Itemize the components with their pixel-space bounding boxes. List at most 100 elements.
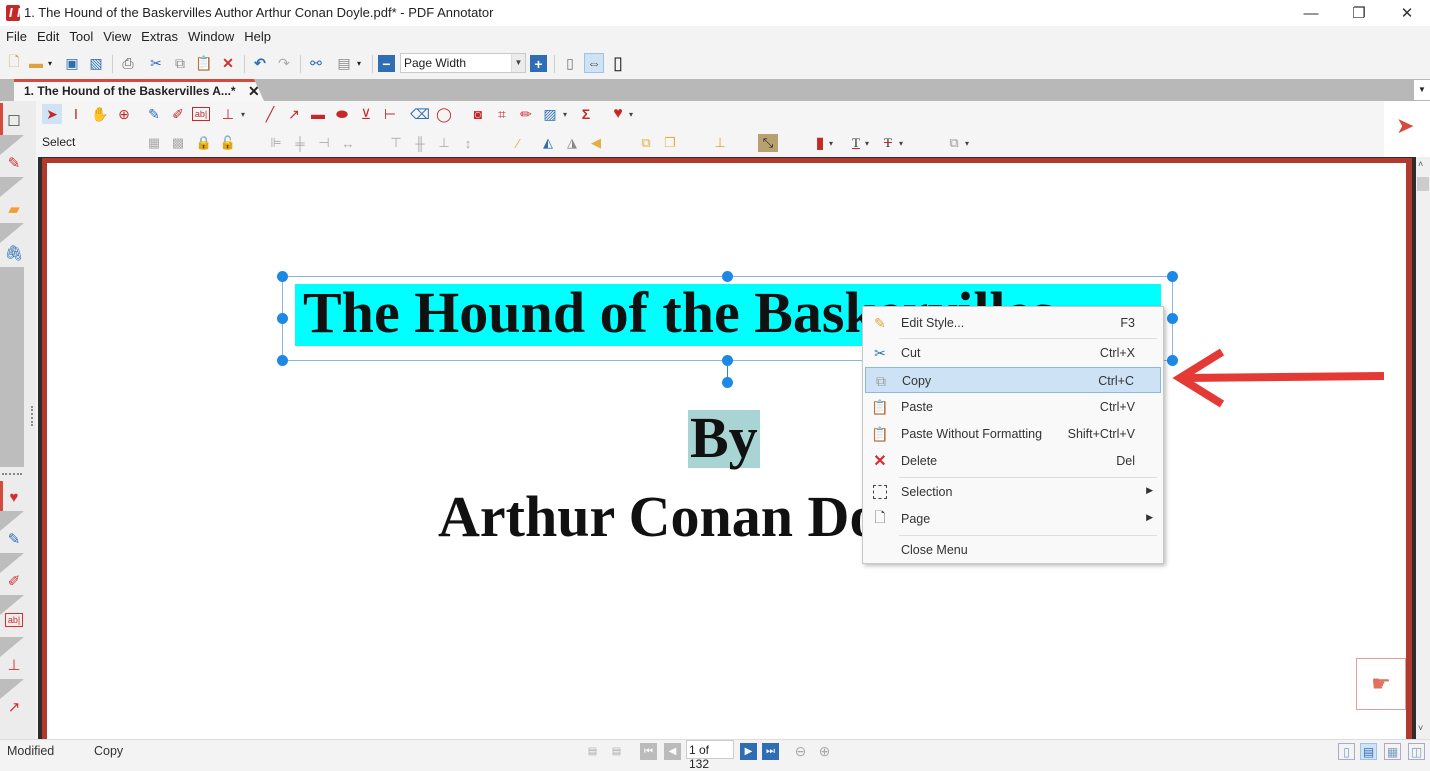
eraser-tool-icon[interactable]: ⌫ [410,104,430,124]
align-bottom-icon[interactable]: ⊥ [434,134,454,152]
send-back-icon[interactable]: ❐ [660,134,680,152]
flip-horizontal-icon[interactable]: ◮ [562,134,582,152]
restore-button[interactable]: ❐ [1336,0,1382,26]
close-window-button[interactable]: ✕ [1384,0,1430,26]
zoom-in-button[interactable]: + [530,55,547,72]
menu-help[interactable]: Help [238,27,275,47]
copy-style-dropdown-icon[interactable]: ▾ [962,134,972,152]
context-menu-item-close-menu[interactable]: Close Menu [865,537,1161,563]
distribute-vertical-icon[interactable]: ↕ [458,134,478,152]
copy-style-icon[interactable]: ⧉ [944,134,964,152]
pen-icon[interactable]: ✎ [2,527,26,551]
distribute-horizontal-icon[interactable]: ↔ [338,134,358,152]
text-box-icon[interactable]: ab| [5,613,23,627]
print-icon[interactable]: ⎙ [118,53,138,73]
scrollbar-thumb[interactable] [1417,177,1429,191]
align-left-icon[interactable]: ⊫ [266,134,286,152]
context-menu-item-delete[interactable]: ✕ Delete Del [865,448,1161,474]
redo-icon[interactable]: ↷ [274,53,294,73]
align-middle-icon[interactable]: ╫ [410,134,430,152]
add-stamp-icon[interactable]: ⊥ [710,134,730,152]
rotation-handle[interactable] [722,377,733,388]
next-view-icon[interactable]: ▤ [608,743,625,760]
menu-tool[interactable]: Tool [63,27,97,47]
two-page-view-icon[interactable]: ▦ [1384,743,1401,760]
chevron-down-icon[interactable]: ▼ [511,54,525,72]
bring-front-icon[interactable]: ⧉ [636,134,656,152]
context-menu-item-cut[interactable]: ✂ Cut Ctrl+X [865,340,1161,366]
paste-icon[interactable]: 📋 [194,53,214,73]
menu-file[interactable]: File [0,27,31,47]
page-thumbnail-icon[interactable]: ☐ [2,109,26,133]
pen-icon[interactable]: ✎ [2,151,26,175]
page-options-dropdown-icon[interactable]: ▾ [354,53,364,73]
delete-icon[interactable]: ✕ [218,53,238,73]
lock-icon[interactable]: 🔒 [194,134,214,152]
line-tool-icon[interactable]: ╱ [260,104,280,124]
next-page-button[interactable]: ▶ [740,743,757,760]
lasso-tool-icon[interactable]: ◯ [434,104,454,124]
cut-icon[interactable]: ✂ [146,53,166,73]
insert-image-dropdown-icon[interactable]: ▾ [560,104,570,124]
favorites-dropdown-icon[interactable]: ▾ [626,104,636,124]
context-menu-item-copy[interactable]: ⧉ Copy Ctrl+C [865,367,1161,393]
tab-document[interactable]: 1. The Hound of the Baskervilles A...* ✕ [14,79,264,101]
ruler-tool-icon[interactable]: ✏ [516,104,536,124]
book-view-icon[interactable]: ◫ [1408,743,1425,760]
open-folder-icon[interactable]: ▬ [26,53,46,73]
strikeout-dropdown-icon[interactable]: ▾ [896,134,906,152]
text-select-tool-icon[interactable]: Ⅰ [66,104,86,124]
fit-width-icon[interactable]: ⇔ [584,53,604,73]
note-icon[interactable]: ▰ [2,197,26,221]
previous-view-icon[interactable]: ▤ [584,743,601,760]
resize-handle[interactable] [1167,313,1178,324]
full-screen-icon[interactable]: ▯ [608,53,628,73]
measure-tool-icon[interactable]: ⊢ [380,104,400,124]
ellipse-tool-icon[interactable]: ⬬ [332,104,352,124]
text-color-dropdown-icon[interactable]: ▾ [862,134,872,152]
pen-tool-icon[interactable]: ✎ [144,104,164,124]
context-menu-item-edit-style[interactable]: ✎ Edit Style... F3 [865,310,1161,336]
undo-icon[interactable]: ↶ [250,53,270,73]
context-menu-item-selection[interactable]: Selection ▶ [865,479,1161,505]
flip-vertical-icon[interactable]: ◭ [538,134,558,152]
zoom-out-button[interactable]: − [378,55,395,72]
align-center-icon[interactable]: ╪ [290,134,310,152]
resize-handle[interactable] [722,271,733,282]
resize-handle[interactable] [1167,271,1178,282]
zoom-tool-icon[interactable]: ⊕ [114,104,134,124]
attachment-icon[interactable]: 🖇 [2,241,26,265]
continuous-view-icon[interactable]: ▤ [1360,743,1377,760]
text-box-tool-icon[interactable]: ab| [192,107,210,121]
first-page-button[interactable]: ⏮ [640,743,657,760]
menu-window[interactable]: Window [182,27,238,47]
document-author-text[interactable]: Arthur Conan Doyle [438,486,878,548]
strikeout-color-icon[interactable]: T [878,134,898,152]
hand-tool-icon[interactable]: ✋ [90,104,110,124]
forward-icon[interactable]: ⊕ [816,743,833,760]
scroll-up-icon[interactable]: ˄ [1418,159,1423,169]
context-menu-item-paste-without-formatting[interactable]: 📋 Paste Without Formatting Shift+Ctrl+V [865,421,1161,447]
align-right-icon[interactable]: ⊣ [314,134,334,152]
resize-handle[interactable] [277,271,288,282]
group-icon[interactable]: ▦ [144,134,164,152]
resize-handle[interactable] [277,313,288,324]
document-by-text[interactable]: By [688,409,760,468]
select-tool-icon[interactable]: ➤ [42,104,62,124]
rectangle-tool-icon[interactable]: ▬ [308,104,328,124]
single-page-icon[interactable]: ▯ [560,53,580,73]
align-top-icon[interactable]: ⊤ [386,134,406,152]
find-icon[interactable]: ⚯ [306,53,326,73]
sidebar-section-handle[interactable] [2,473,22,475]
page-options-icon[interactable]: ▤ [334,53,354,73]
sidebar-resize-handle[interactable] [31,406,33,426]
highlighter-icon[interactable]: ✐ [2,569,26,593]
page-number-input[interactable]: 1 of 132 [686,740,734,771]
insert-image-tool-icon[interactable]: ▨ [540,104,560,124]
favorites-heart-icon[interactable]: ♥ [608,104,628,124]
hand-tool-button[interactable]: ☛ [1356,658,1406,710]
save-icon[interactable]: ▣ [62,53,82,73]
highlighter-tool-icon[interactable]: ✐ [168,104,188,124]
open-dropdown-icon[interactable]: ▾ [46,53,54,73]
equation-tool-icon[interactable]: Σ [576,104,596,124]
